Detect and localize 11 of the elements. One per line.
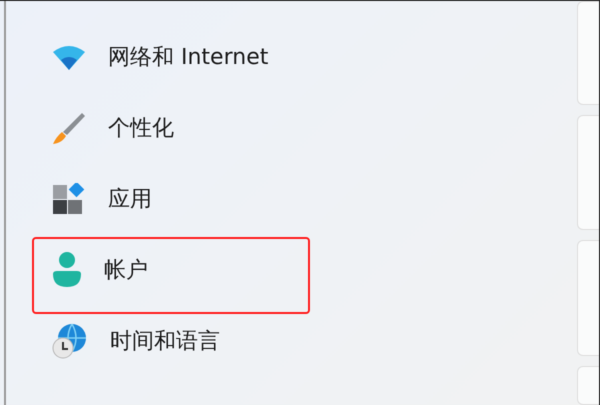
- nav-item-label[interactable]: 网络和 Internet: [108, 42, 268, 72]
- person-icon: [52, 252, 82, 288]
- nav-item-label[interactable]: 时间和语言: [110, 326, 220, 356]
- apps-icon: [52, 182, 86, 214]
- globe-clock-icon: [52, 322, 88, 358]
- nav-item-label[interactable]: 帐户: [104, 254, 148, 284]
- wifi-icon: [52, 44, 86, 70]
- nav-item-label[interactable]: 个性化: [108, 112, 174, 142]
- nav-item-label[interactable]: 应用: [108, 184, 152, 214]
- paintbrush-icon: [52, 110, 86, 144]
- card-background: [577, 366, 599, 405]
